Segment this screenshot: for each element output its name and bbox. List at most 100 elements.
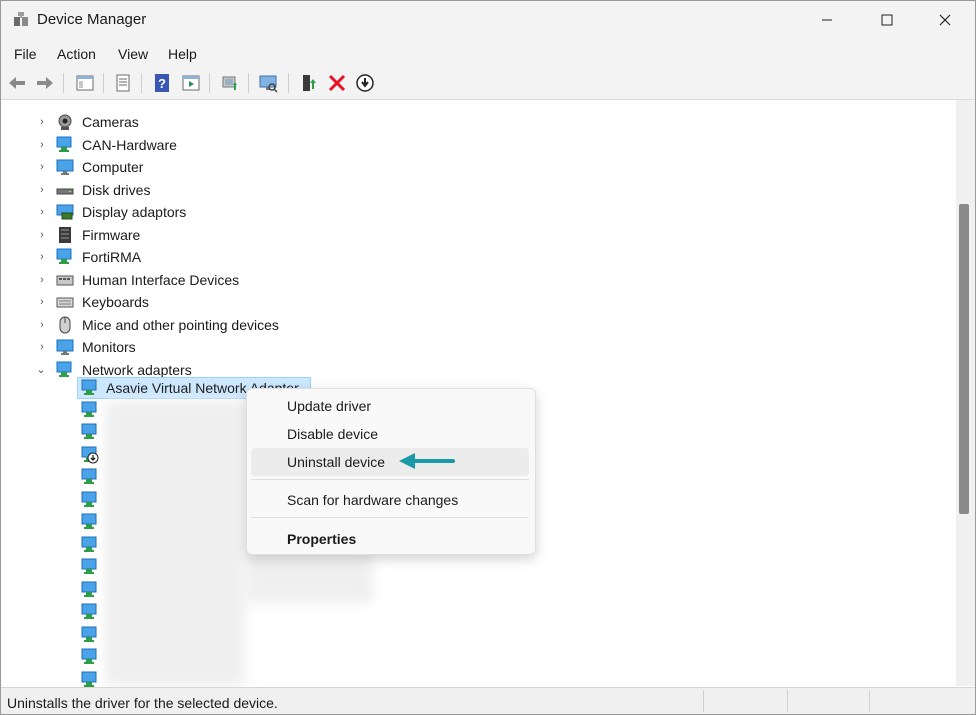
- toolbar-divider: [63, 73, 64, 93]
- expand-chevron-icon[interactable]: ›: [37, 291, 47, 313]
- tree-category-label: Keyboards: [82, 294, 149, 310]
- network-adapter-icon[interactable]: [81, 603, 99, 621]
- network-icon: [56, 136, 72, 152]
- toolbar-divider: [209, 73, 210, 93]
- tree-category-label: Monitors: [82, 339, 136, 355]
- network-adapter-icon[interactable]: [81, 468, 99, 486]
- uninstall-device-icon[interactable]: [327, 73, 347, 93]
- show-hide-console-tree-icon[interactable]: [75, 73, 95, 93]
- tree-category-can-hardware[interactable]: › CAN-Hardware: [1, 134, 401, 156]
- network-adapter-icon: [81, 379, 97, 395]
- scan-hardware-menu-item[interactable]: Scan for hardware changes: [251, 486, 529, 514]
- scan-hardware-icon[interactable]: [258, 73, 278, 93]
- context-menu: Update driver Disable device Uninstall d…: [246, 388, 536, 555]
- tree-category-label: FortiRMA: [82, 249, 142, 265]
- expand-chevron-icon[interactable]: ›: [37, 314, 47, 336]
- expand-chevron-icon[interactable]: ›: [37, 246, 47, 268]
- toolbar-divider: [288, 73, 289, 93]
- menu-action[interactable]: Action: [57, 46, 96, 62]
- network-adapter-icon[interactable]: [81, 536, 99, 554]
- tree-category-firmware[interactable]: › Firmware: [1, 224, 401, 246]
- tree-category-label: Firmware: [82, 227, 141, 243]
- expand-chevron-icon[interactable]: ›: [37, 224, 47, 246]
- mouse-icon: [59, 316, 71, 334]
- expand-chevron-icon[interactable]: ›: [37, 134, 47, 156]
- enable-device-icon[interactable]: [299, 73, 319, 93]
- minimize-button[interactable]: [797, 1, 857, 39]
- tree-category-label: CAN-Hardware: [82, 137, 177, 153]
- network-adapter-icon[interactable]: [81, 648, 99, 666]
- back-arrow-icon[interactable]: [7, 73, 27, 93]
- expand-chevron-icon[interactable]: ›: [37, 111, 47, 133]
- network-adapter-icon[interactable]: [81, 626, 99, 644]
- network-adapter-icon[interactable]: [81, 491, 99, 509]
- monitor-icon: [56, 339, 74, 355]
- close-icon: [939, 14, 951, 26]
- uninstall-device-menu-item[interactable]: Uninstall device: [251, 448, 529, 476]
- keyboard-icon: [56, 297, 74, 308]
- network-adapter-icon[interactable]: [81, 401, 99, 419]
- network-adapter-disabled-icon[interactable]: [81, 446, 99, 464]
- scrollbar-thumb[interactable]: [959, 204, 969, 514]
- annotation-arrow-icon: [399, 453, 455, 469]
- status-bar: Uninstalls the driver for the selected d…: [1, 687, 975, 714]
- forward-arrow-icon[interactable]: [35, 73, 55, 93]
- collapse-chevron-icon[interactable]: ⌄: [36, 359, 46, 381]
- hid-icon: [56, 275, 74, 286]
- menu-separator: [251, 517, 529, 518]
- menu-help[interactable]: Help: [168, 46, 197, 62]
- network-icon: [56, 248, 72, 264]
- toolbar-divider: [103, 73, 104, 93]
- toolbar-divider: [141, 73, 142, 93]
- network-adapter-icon[interactable]: [81, 558, 99, 576]
- properties-menu-item[interactable]: Properties: [251, 525, 529, 553]
- tree-category-disk-drives[interactable]: › Disk drives: [1, 179, 401, 201]
- chip-icon: [59, 227, 71, 243]
- tree-category-human-interface-devices[interactable]: › Human Interface Devices: [1, 269, 401, 291]
- action-pane-icon[interactable]: [181, 73, 201, 93]
- properties-sheet-icon[interactable]: [113, 73, 133, 93]
- help-icon[interactable]: ?: [152, 73, 172, 93]
- network-adapter-icon[interactable]: [81, 581, 99, 599]
- device-manager-window: Device Manager File Action View Help ? ›…: [0, 0, 976, 715]
- expand-chevron-icon[interactable]: ›: [37, 156, 47, 178]
- tree-category-monitors[interactable]: › Monitors: [1, 336, 401, 358]
- menu-bar: File Action View Help: [1, 39, 975, 67]
- expand-chevron-icon[interactable]: ›: [37, 336, 47, 358]
- display-adapter-icon: [56, 204, 74, 220]
- network-adapter-icon[interactable]: [81, 423, 99, 441]
- update-driver-menu-item[interactable]: Update driver: [251, 392, 529, 420]
- maximize-button[interactable]: [857, 1, 917, 39]
- expand-chevron-icon[interactable]: ›: [37, 269, 47, 291]
- tree-category-cameras[interactable]: › Cameras: [1, 111, 401, 133]
- tree-category-label: Cameras: [82, 114, 139, 130]
- menu-view[interactable]: View: [118, 46, 148, 62]
- disable-device-menu-item[interactable]: Disable device: [251, 420, 529, 448]
- device-manager-app-icon: [14, 12, 28, 26]
- close-button[interactable]: [915, 1, 975, 39]
- disable-device-icon[interactable]: [355, 73, 375, 93]
- tree-category-label: Computer: [82, 159, 144, 175]
- update-driver-icon[interactable]: [220, 73, 240, 93]
- camera-icon: [58, 114, 72, 130]
- menu-separator: [251, 479, 529, 480]
- toolbar: ?: [1, 67, 975, 100]
- tree-category-computer[interactable]: › Computer: [1, 156, 401, 178]
- tree-category-keyboards[interactable]: › Keyboards: [1, 291, 401, 313]
- minimize-icon: [822, 19, 832, 21]
- disk-icon: [56, 188, 74, 195]
- tree-category-display-adaptors[interactable]: › Display adaptors: [1, 201, 401, 223]
- status-divider: [869, 690, 870, 712]
- tree-category-label: Disk drives: [82, 182, 151, 198]
- menu-file[interactable]: File: [14, 46, 37, 62]
- network-adapter-icon[interactable]: [81, 513, 99, 531]
- tree-category-fortirma[interactable]: › FortiRMA: [1, 246, 401, 268]
- svg-text:?: ?: [158, 76, 166, 91]
- tree-category-mice-and-other-pointing-devices[interactable]: › Mice and other pointing devices: [1, 314, 401, 336]
- tree-category-label: Display adaptors: [82, 204, 187, 220]
- status-text: Uninstalls the driver for the selected d…: [7, 695, 278, 711]
- expand-chevron-icon[interactable]: ›: [37, 179, 47, 201]
- status-divider: [703, 690, 704, 712]
- obscured-device-names: [245, 553, 373, 603]
- expand-chevron-icon[interactable]: ›: [37, 201, 47, 223]
